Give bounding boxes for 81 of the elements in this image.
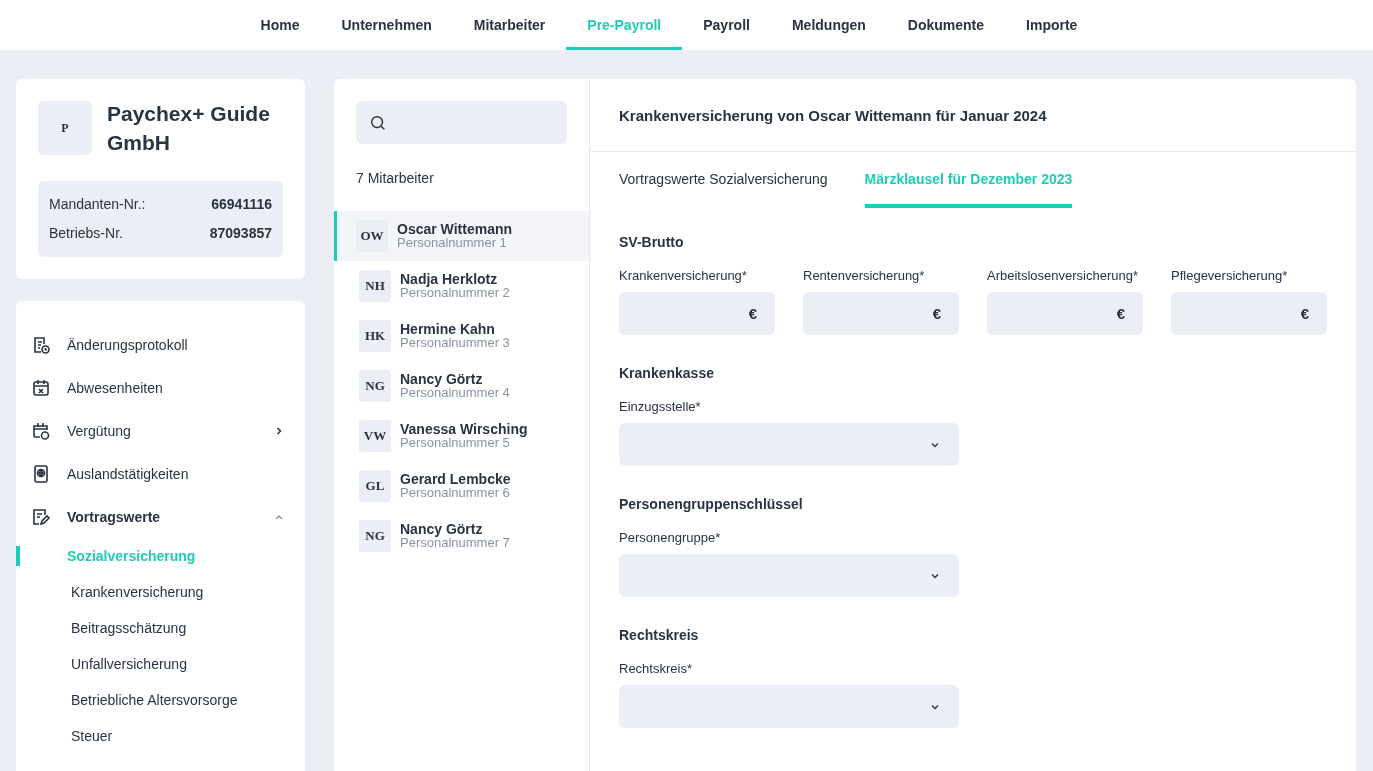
avatar: GL bbox=[359, 470, 391, 502]
sidebar-subitem[interactable]: Krankenversicherung bbox=[16, 574, 204, 610]
document-pen-icon bbox=[31, 506, 51, 527]
avatar: HK bbox=[359, 320, 391, 352]
section-title: Personengruppenschlüssel bbox=[619, 496, 804, 512]
employee-number: Personalnummer 5 bbox=[400, 436, 510, 449]
section-title: Krankenkasse bbox=[619, 365, 715, 381]
employee-item[interactable]: GL Gerard Lembcke Personalnummer 6 bbox=[334, 461, 589, 511]
employee-number: Personalnummer 2 bbox=[400, 286, 510, 299]
calendar-x-icon bbox=[31, 377, 51, 398]
field-label: Krankenversicherung* bbox=[619, 268, 748, 283]
amount-field[interactable]: € bbox=[987, 292, 1143, 335]
sidebar-item[interactable]: Vortragswerte bbox=[16, 495, 305, 538]
info-value: 87093857 bbox=[209, 224, 272, 243]
select-field[interactable] bbox=[619, 685, 959, 728]
field-label: Einzugsstelle* bbox=[619, 399, 702, 414]
employee-name: Nancy Görtz bbox=[400, 523, 483, 536]
amount-field[interactable]: € bbox=[619, 292, 775, 335]
sidebar-subitem[interactable]: Betriebliche Altersvorsorge bbox=[16, 682, 238, 718]
info-label: Betriebs-Nr. bbox=[49, 224, 123, 243]
currency-symbol: € bbox=[932, 305, 941, 322]
info-label: Mandanten-Nr.: bbox=[49, 195, 146, 214]
avatar: OW bbox=[356, 220, 388, 252]
field-label: Personengruppe* bbox=[619, 530, 722, 545]
sidebar-item[interactable]: Auslandstätigkeiten bbox=[16, 452, 305, 495]
field-label: Rentenversicherung* bbox=[803, 268, 926, 283]
search-field[interactable] bbox=[356, 101, 567, 144]
amount-field[interactable]: € bbox=[1171, 292, 1327, 335]
section-title: SV-Brutto bbox=[619, 234, 685, 250]
employee-number: Personalnummer 4 bbox=[400, 386, 510, 399]
avatar: NG bbox=[359, 370, 391, 402]
nav-link[interactable]: Meldungen bbox=[770, 0, 887, 47]
employee-item[interactable]: HK Hermine Kahn Personalnummer 3 bbox=[334, 311, 589, 361]
currency-symbol: € bbox=[1300, 305, 1309, 322]
field-label: Pflegeversicherung* bbox=[1171, 268, 1289, 283]
employee-name: Hermine Kahn bbox=[400, 323, 496, 336]
sidebar-item[interactable]: Abwesenheiten bbox=[16, 366, 305, 409]
nav-link[interactable]: Dokumente bbox=[886, 0, 1006, 47]
employee-item[interactable]: NH Nadja Herklotz Personalnummer 2 bbox=[334, 261, 589, 311]
employee-number: Personalnummer 6 bbox=[400, 486, 511, 499]
nav-link[interactable]: Payroll bbox=[682, 0, 771, 47]
calendar-coin-icon bbox=[31, 420, 51, 441]
currency-symbol: € bbox=[1116, 305, 1125, 322]
nav-link[interactable]: Unternehmen bbox=[320, 0, 453, 47]
detail-title: Krankenversicherung von Oscar Wittemann für Januar 2024 bbox=[590, 79, 1356, 152]
employee-name: Nancy Görtz bbox=[400, 373, 483, 386]
sidebar-item[interactable]: Vergütung bbox=[16, 409, 305, 452]
field-label: Arbeitslosenversicherung* bbox=[987, 268, 1140, 283]
currency-symbol: € bbox=[748, 305, 757, 322]
nav-link[interactable]: Home bbox=[239, 0, 321, 47]
employee-number: Personalnummer 7 bbox=[400, 536, 510, 549]
document-clock-icon bbox=[31, 334, 51, 355]
nav-link[interactable]: Importe bbox=[1005, 0, 1099, 47]
employee-item[interactable]: NG Nancy Görtz Personalnummer 4 bbox=[334, 361, 589, 411]
sidebar-subitem[interactable]: Beitragsschätzung bbox=[16, 610, 187, 646]
employee-number: Personalnummer 1 bbox=[397, 236, 508, 249]
search-icon bbox=[369, 113, 387, 132]
avatar: NG bbox=[359, 520, 391, 552]
company-logo: P bbox=[38, 101, 92, 155]
employee-name: Vanessa Wirsching bbox=[400, 423, 528, 436]
info-value: 66941116 bbox=[211, 195, 272, 214]
employee-count: 7 Mitarbeiter bbox=[356, 170, 435, 186]
sidebar-subitem[interactable]: Unfallversicherung bbox=[16, 646, 187, 682]
section-title: Rechtskreis bbox=[619, 627, 700, 643]
tab[interactable]: Vortragswerte Sozialversicherung bbox=[619, 152, 828, 208]
sidebar-item[interactable]: Änderungsprotokoll bbox=[16, 323, 305, 366]
field-label: Rechtskreis* bbox=[619, 661, 693, 676]
company-name: Paychex+ Guide GmbH bbox=[107, 101, 271, 156]
avatar: VW bbox=[359, 420, 391, 452]
avatar: NH bbox=[359, 270, 391, 302]
select-field[interactable] bbox=[619, 554, 959, 597]
employee-name: Gerard Lembcke bbox=[400, 473, 511, 486]
employee-item[interactable]: NG Nancy Görtz Personalnummer 7 bbox=[334, 511, 589, 561]
nav-link[interactable]: Mitarbeiter bbox=[452, 0, 567, 47]
sidebar-subitem[interactable]: Steuer bbox=[16, 718, 113, 754]
employee-name: Oscar Wittemann bbox=[397, 223, 512, 236]
passport-globe-icon bbox=[31, 463, 51, 484]
employee-name: Nadja Herklotz bbox=[400, 273, 498, 286]
amount-field[interactable]: € bbox=[803, 292, 959, 335]
select-field[interactable] bbox=[619, 423, 959, 466]
employee-number: Personalnummer 3 bbox=[400, 336, 510, 349]
